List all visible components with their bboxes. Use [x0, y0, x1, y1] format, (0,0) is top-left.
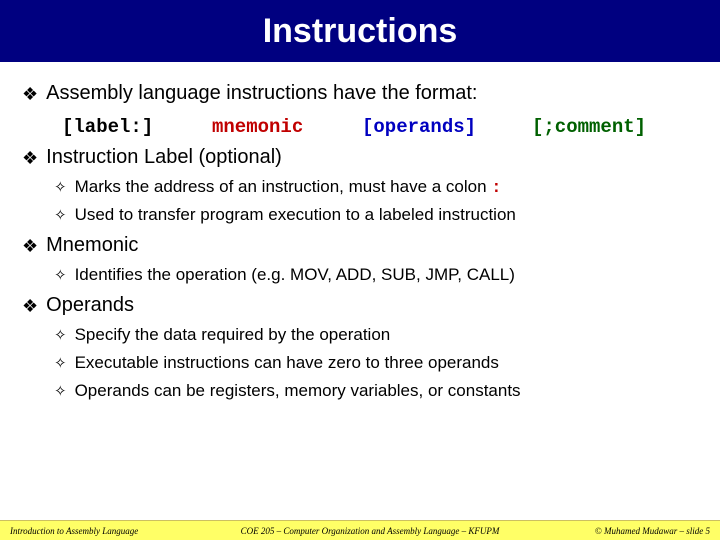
bullet-text: Instruction Label (optional)	[46, 146, 282, 169]
subbullet-label-marks: ✧ Marks the address of an instruction, m…	[54, 177, 698, 198]
plus-bullet-icon: ✧	[54, 325, 67, 346]
diamond-bullet-icon: ❖	[22, 294, 38, 318]
bullet-mnemonic: ❖ Mnemonic	[22, 234, 698, 258]
slide-content: ❖ Assembly language instructions have th…	[0, 62, 720, 402]
bullet-instruction-label: ❖ Instruction Label (optional)	[22, 146, 698, 170]
bullet-text: Operands can be registers, memory variab…	[75, 381, 521, 401]
bullet-format-intro: ❖ Assembly language instructions have th…	[22, 82, 698, 106]
plus-bullet-icon: ✧	[54, 381, 67, 402]
bullet-text: Marks the address of an instruction, mus…	[75, 177, 502, 198]
diamond-bullet-icon: ❖	[22, 234, 38, 258]
plus-bullet-icon: ✧	[54, 353, 67, 374]
bullet-text: Assembly language instructions have the …	[46, 82, 477, 105]
subbullet-mnemonic-identifies: ✧ Identifies the operation (e.g. MOV, AD…	[54, 265, 698, 286]
subbullet-operands-types: ✧ Operands can be registers, memory vari…	[54, 381, 698, 402]
bullet-text: Executable instructions can have zero to…	[75, 353, 499, 373]
format-label: [label:]	[62, 116, 212, 138]
title-bar: Instructions	[0, 0, 720, 62]
footer: Introduction to Assembly Language COE 20…	[0, 520, 720, 540]
bullet-operands: ❖ Operands	[22, 294, 698, 318]
format-operands: [operands]	[362, 116, 532, 138]
slide-title: Instructions	[263, 12, 458, 51]
subbullet-label-transfer: ✧ Used to transfer program execution to …	[54, 205, 698, 226]
colon-highlight: :	[491, 179, 501, 198]
footer-center: COE 205 – Computer Organization and Asse…	[190, 526, 550, 536]
diamond-bullet-icon: ❖	[22, 82, 38, 106]
bullet-text: Mnemonic	[46, 234, 138, 257]
bullet-text: Specify the data required by the operati…	[75, 325, 391, 345]
diamond-bullet-icon: ❖	[22, 146, 38, 170]
bullet-text: Used to transfer program execution to a …	[75, 205, 516, 225]
plus-bullet-icon: ✧	[54, 177, 67, 198]
instruction-format: [label:] mnemonic [operands] [;comment]	[62, 116, 698, 138]
plus-bullet-icon: ✧	[54, 205, 67, 226]
format-comment: [;comment]	[532, 116, 646, 138]
subbullet-operands-specify: ✧ Specify the data required by the opera…	[54, 325, 698, 346]
footer-right: © Muhamed Mudawar – slide 5	[550, 526, 710, 536]
subbullet-operands-count: ✧ Executable instructions can have zero …	[54, 353, 698, 374]
plus-bullet-icon: ✧	[54, 265, 67, 286]
bullet-text: Identifies the operation (e.g. MOV, ADD,…	[75, 265, 515, 285]
format-mnemonic: mnemonic	[212, 116, 362, 138]
bullet-text: Operands	[46, 294, 134, 317]
footer-left: Introduction to Assembly Language	[10, 526, 190, 536]
